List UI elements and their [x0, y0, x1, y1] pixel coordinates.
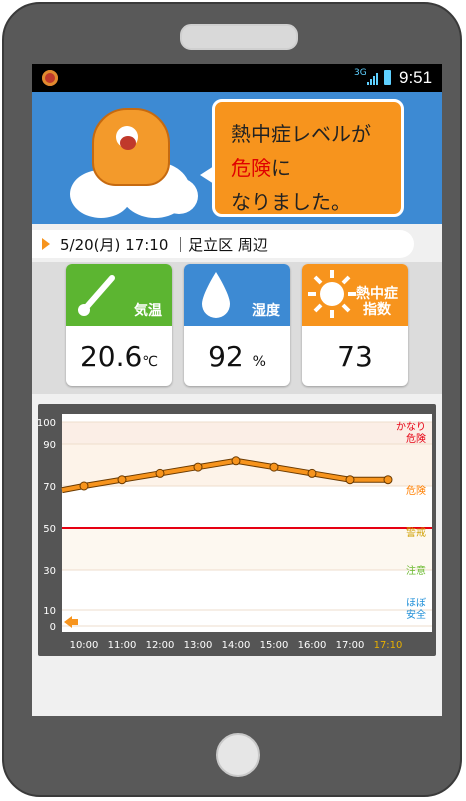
- speaker-grille: [180, 24, 298, 50]
- heat-index-chart-panel: 0 10 30 50 70 90 100 かなり 危険 危険 警戒 注意 ほぼ 安全 10:00 11:00 1…: [37, 404, 436, 656]
- temperature-label: 気温: [134, 303, 162, 319]
- risk-band: [62, 570, 432, 626]
- heat-index-card-header: 熱中症 指数: [302, 264, 408, 326]
- data-point: [231, 456, 241, 466]
- status-bar: 3G 9:51: [32, 64, 442, 92]
- clock: 9:51: [399, 68, 433, 87]
- humidity-card-header: 湿度: [184, 264, 290, 326]
- x-tick-label: 16:00: [298, 640, 327, 651]
- heat-index-chart: 01030507090100 かなり危険危険警戒注意ほぼ安全10:00 11:00 1…: [37, 414, 432, 651]
- date-location-bar[interactable]: 5/20(月) 17:10 ｜足立区 周辺: [32, 230, 414, 258]
- cloud-decoration: [160, 178, 198, 214]
- y-tick-label: 0: [50, 622, 56, 633]
- date-location-text: 5/20(月) 17:10 ｜足立区 周辺: [60, 236, 268, 254]
- risk-band-label: 安全: [406, 608, 426, 621]
- heat-index-number: 73: [337, 340, 373, 373]
- x-tick-label: 17:10: [374, 640, 403, 651]
- temperature-value: 20.6℃: [66, 340, 172, 373]
- x-tick-label: 12:00: [146, 640, 175, 651]
- alert-speech-bubble: 熱中症レベルが 危険に なりました。: [200, 99, 404, 217]
- risk-band-label: ほぼ: [406, 597, 426, 609]
- app-notification-icon: [42, 70, 58, 86]
- heat-index-card[interactable]: 熱中症 指数 73: [302, 264, 408, 386]
- data-point: [269, 462, 279, 472]
- alert-line-3: なりました。: [231, 190, 351, 214]
- y-tick-label: 100: [38, 418, 56, 429]
- y-tick-label: 10: [43, 606, 56, 617]
- x-tick-label: 11:00: [108, 640, 137, 651]
- data-point: [345, 475, 355, 485]
- data-point: [117, 475, 127, 485]
- phone-frame: 3G 9:51 熱中症レベルが 危険に なりました。 5/20(月) 17:10…: [2, 2, 462, 797]
- data-point: [155, 468, 165, 478]
- risk-band-label: 危険: [406, 433, 426, 445]
- sun-icon: [308, 270, 356, 318]
- temperature-card-header: 気温: [66, 264, 172, 326]
- risk-band-label: 注意: [406, 564, 426, 577]
- risk-band-label: 警戒: [406, 526, 426, 539]
- thermometer-icon: [78, 275, 115, 316]
- alert-line-2: 危険に: [231, 152, 291, 181]
- battery-icon: [384, 70, 391, 85]
- x-tick-label: 15:00: [260, 640, 289, 651]
- x-tick-label: 14:00: [222, 640, 251, 651]
- heat-index-value: 73: [302, 340, 408, 373]
- heat-alert-banner: 熱中症レベルが 危険に なりました。: [32, 92, 442, 224]
- network-type: 3G: [354, 68, 367, 78]
- humidity-value: 92 %: [184, 340, 290, 373]
- humidity-number: 92: [208, 340, 244, 373]
- data-point: [383, 475, 393, 485]
- humidity-card[interactable]: 湿度 92 %: [184, 264, 290, 386]
- x-tick-label: 10:00: [70, 640, 99, 651]
- temperature-number: 20.6: [79, 340, 143, 373]
- humidity-label: 湿度: [252, 303, 280, 319]
- x-tick-label: 13:00: [184, 640, 213, 651]
- alert-line-1: 熱中症レベルが: [231, 122, 371, 146]
- app-screen: 3G 9:51 熱中症レベルが 危険に なりました。 5/20(月) 17:10…: [32, 64, 442, 716]
- y-tick-label: 50: [43, 524, 56, 535]
- x-tick-label: 17:00: [336, 640, 365, 651]
- water-drop-icon: [202, 272, 230, 318]
- alert-line-2-rest: に: [271, 156, 291, 180]
- data-point: [79, 481, 89, 491]
- data-point: [193, 462, 203, 472]
- screen-footer: [32, 664, 442, 716]
- heat-index-label: 熱中症 指数: [356, 286, 398, 318]
- risk-band: [62, 422, 432, 444]
- temperature-card[interactable]: 気温 20.6℃: [66, 264, 172, 386]
- mascot-character: [92, 108, 170, 186]
- y-tick-label: 30: [43, 566, 56, 577]
- humidity-unit: %: [252, 354, 266, 370]
- y-tick-label: 70: [43, 482, 56, 493]
- alert-level: 危険: [231, 156, 271, 180]
- data-point: [307, 468, 317, 478]
- arrow-right-icon: [42, 238, 50, 250]
- risk-band: [62, 486, 432, 528]
- temperature-unit: ℃: [142, 354, 159, 370]
- y-tick-label: 90: [43, 440, 56, 451]
- bubble-tail: [200, 166, 214, 184]
- risk-band: [62, 528, 432, 570]
- home-button[interactable]: [216, 733, 260, 777]
- risk-band-label: かなり: [396, 421, 426, 433]
- signal-icon: [367, 73, 378, 85]
- risk-band-label: 危険: [406, 485, 426, 497]
